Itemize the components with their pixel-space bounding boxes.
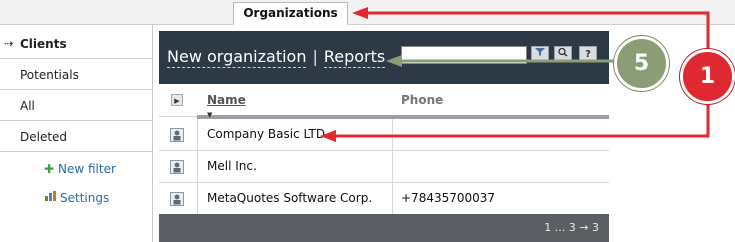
table-row[interactable]: Mell Inc. (159, 151, 609, 183)
organization-name: Mell Inc. (207, 159, 257, 173)
new-filter-link[interactable]: ✚ New filter (42, 162, 116, 176)
sidebar-item-all[interactable]: All (0, 91, 152, 121)
new-filter-label: New filter (58, 162, 116, 176)
pagination[interactable]: 1 ... 3 → 3 (544, 221, 599, 234)
expand-all-icon[interactable]: ▶ (171, 94, 183, 106)
arrow-right-icon: ⇢ (4, 37, 14, 50)
column-divider (197, 119, 198, 214)
separator: | (312, 47, 318, 66)
sidebar-item-label: Clients (20, 37, 67, 51)
help-icon[interactable]: ? (579, 46, 597, 62)
column-divider (392, 119, 393, 214)
table-row[interactable]: MetaQuotes Software Corp. +78435700037 (159, 183, 609, 215)
header-title: New organization | Reports (167, 47, 386, 68)
sidebar-item-deleted[interactable]: Deleted (0, 122, 152, 152)
panel-header: New organization | Reports ? (159, 31, 609, 84)
organization-icon (170, 159, 184, 174)
column-header-phone[interactable]: Phone (401, 93, 443, 107)
reports-link[interactable]: Reports (323, 47, 386, 68)
organization-name: Company Basic LTD (207, 127, 326, 141)
tab-organizations[interactable]: Organizations (233, 2, 348, 25)
table-row[interactable]: Company Basic LTD (159, 119, 609, 151)
sidebar-item-label: All (20, 99, 35, 113)
table-header: ▶ Name Phone (159, 84, 609, 117)
search-input[interactable] (401, 46, 527, 64)
settings-label: Settings (60, 191, 110, 205)
callout-5: 5 (614, 36, 669, 91)
top-tab-strip (0, 0, 735, 25)
table-footer: 1 ... 3 → 3 (159, 214, 609, 242)
sidebar: ⇢ Clients Potentials All Deleted ✚ New fi… (0, 25, 153, 242)
settings-link[interactable]: Settings (44, 190, 109, 205)
search-icon[interactable] (554, 46, 572, 62)
new-organization-link[interactable]: New organization (167, 47, 307, 68)
sidebar-item-label: Potentials (20, 68, 79, 82)
organizations-panel: New organization | Reports ? ▶ Name Phone … (159, 31, 609, 242)
callout-1: 1 (680, 49, 735, 104)
column-header-name[interactable]: Name (207, 93, 246, 107)
organization-phone: +78435700037 (401, 191, 496, 205)
organization-name: MetaQuotes Software Corp. (207, 191, 373, 205)
settings-icon (44, 190, 58, 205)
filter-icon[interactable] (531, 46, 549, 62)
plus-icon: ✚ (43, 162, 55, 176)
sort-desc-icon: ▼ (207, 111, 213, 119)
sidebar-item-potentials[interactable]: Potentials (0, 60, 152, 90)
sidebar-item-label: Deleted (20, 130, 68, 144)
organization-icon (170, 191, 184, 206)
sidebar-item-clients[interactable]: ⇢ Clients (0, 29, 152, 59)
organization-icon (170, 127, 184, 142)
